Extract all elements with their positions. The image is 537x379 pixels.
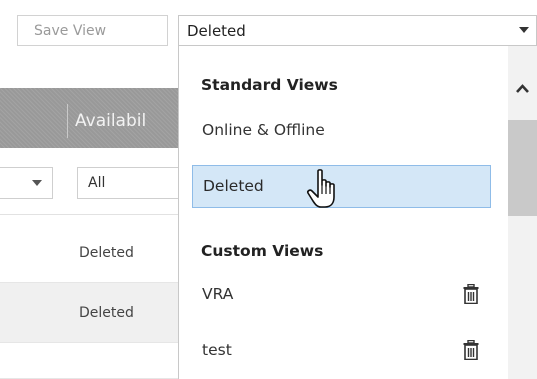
menu-item-vra[interactable]: VRA <box>192 273 491 316</box>
chevron-up-icon[interactable] <box>508 78 537 100</box>
trash-icon[interactable] <box>463 284 479 304</box>
filter-operator-dropdown[interactable] <box>0 167 53 199</box>
menu-item-label: VRA <box>202 285 234 303</box>
status-cell: Deleted <box>79 245 134 261</box>
custom-views-header: Custom Views <box>201 242 324 260</box>
menu-item-label: Online & Offline <box>202 121 325 139</box>
hand-pointer-icon <box>307 169 335 208</box>
scrollbar-thumb[interactable] <box>508 120 537 216</box>
menu-item-test[interactable]: test <box>192 329 491 372</box>
menu-item-online-offline[interactable]: Online & Offline <box>192 109 491 152</box>
view-select-value: Deleted <box>187 21 246 40</box>
trash-icon[interactable] <box>463 340 479 360</box>
status-cell: Deleted <box>79 305 134 321</box>
view-select[interactable]: Deleted <box>178 15 537 46</box>
menu-item-label: Deleted <box>203 177 264 195</box>
chevron-down-icon <box>32 180 42 186</box>
column-header-availability[interactable]: Availabil <box>75 104 146 138</box>
save-view-button[interactable]: Save View <box>17 15 168 46</box>
menu-item-label: test <box>202 341 232 359</box>
column-divider <box>67 104 68 138</box>
view-dropdown-menu: Standard Views Online & Offline Deleted … <box>178 46 537 379</box>
availability-filter-select[interactable]: All <box>77 167 187 199</box>
standard-views-header: Standard Views <box>201 76 338 94</box>
chevron-down-icon[interactable] <box>519 27 529 33</box>
